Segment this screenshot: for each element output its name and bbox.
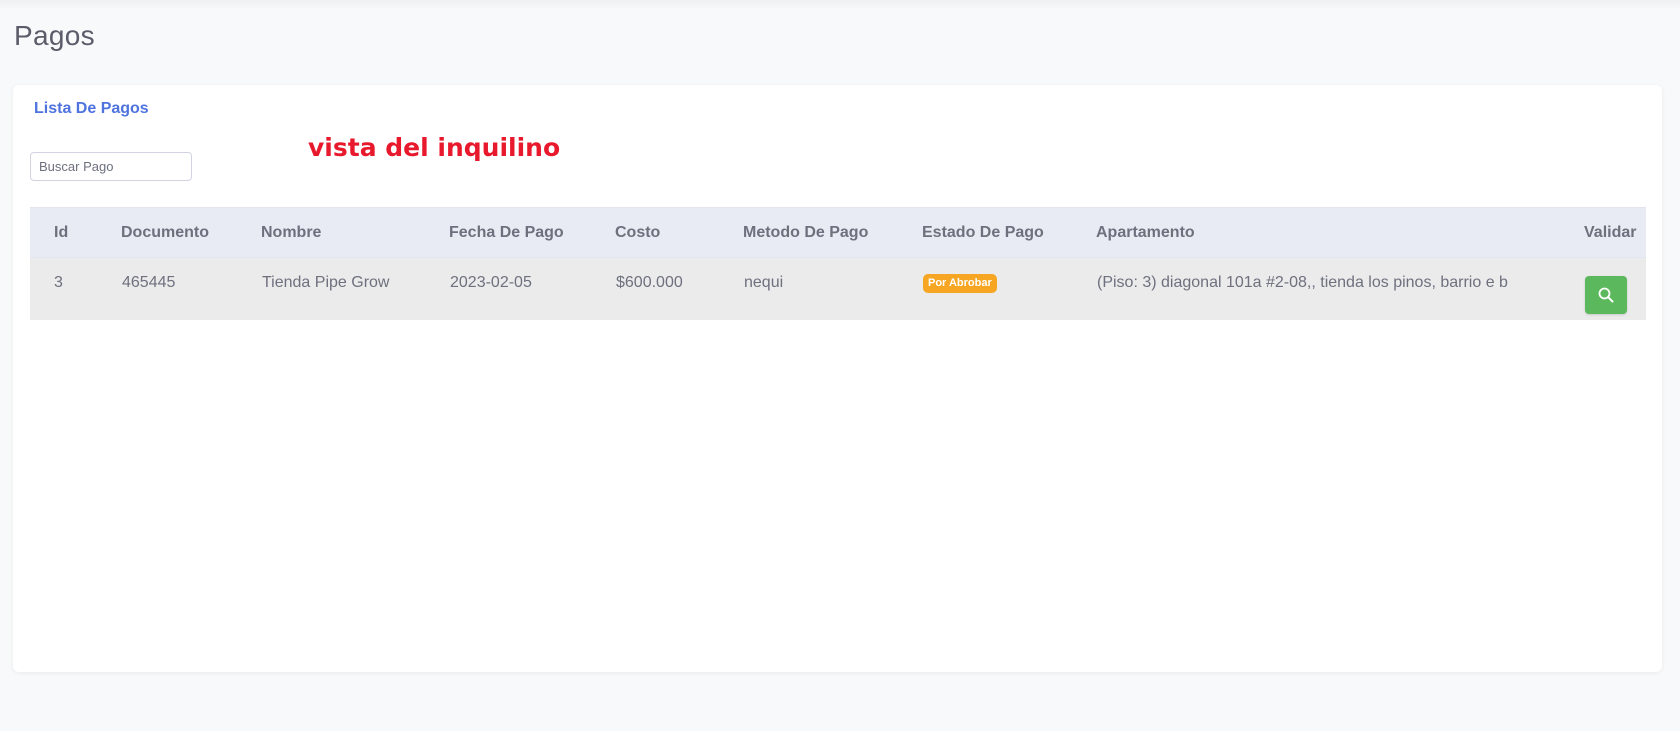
page-title: Pagos xyxy=(14,20,95,51)
payments-card: Lista De Pagos vista del inquilino Id Do… xyxy=(13,85,1662,672)
column-header-validar: Validar xyxy=(1584,207,1646,258)
cell-validar xyxy=(1584,258,1646,320)
column-header-fecha[interactable]: Fecha De Pago xyxy=(449,207,615,258)
column-header-costo[interactable]: Costo xyxy=(615,207,743,258)
annotation-text: vista del inquilino xyxy=(308,133,561,162)
column-header-id[interactable]: Id xyxy=(30,207,121,258)
top-bar xyxy=(0,0,1680,10)
cell-documento: 465445 xyxy=(122,274,176,292)
column-header-documento[interactable]: Documento xyxy=(121,207,261,258)
cell-metodo: nequi xyxy=(744,274,784,292)
search-input[interactable] xyxy=(30,152,192,181)
cell-nombre: Tienda Pipe Grow xyxy=(262,274,390,292)
column-header-apartamento[interactable]: Apartamento xyxy=(1096,207,1584,258)
column-header-metodo[interactable]: Metodo De Pago xyxy=(743,207,922,258)
search-icon xyxy=(1598,287,1614,303)
table-header-row: Id Documento Nombre Fecha De Pago Costo … xyxy=(30,207,1646,258)
cell-id: 3 xyxy=(54,274,63,292)
card-header-title: Lista De Pagos xyxy=(34,100,149,117)
column-header-estado[interactable]: Estado De Pago xyxy=(922,207,1096,258)
cell-fecha: 2023-02-05 xyxy=(450,274,532,292)
table-row: 3 465445 Tienda Pipe Grow 2023-02-05 $60… xyxy=(30,257,1646,320)
payments-table: Id Documento Nombre Fecha De Pago Costo … xyxy=(30,207,1646,320)
cell-estado: Por Abrobar xyxy=(922,258,1096,320)
cell-apartamento: (Piso: 3) diagonal 101a #2-08,, tienda l… xyxy=(1097,274,1508,292)
validate-button[interactable] xyxy=(1585,276,1627,315)
status-badge: Por Abrobar xyxy=(923,274,997,294)
column-header-nombre[interactable]: Nombre xyxy=(261,207,449,258)
cell-costo: $600.000 xyxy=(616,274,683,292)
